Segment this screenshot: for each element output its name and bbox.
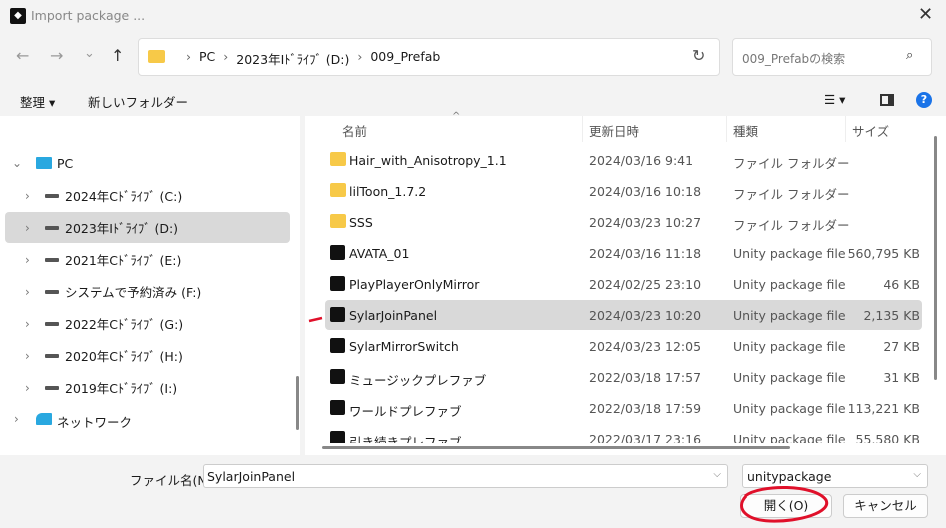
file-type-value: unitypackage (747, 469, 832, 484)
up-button[interactable]: ↑ (111, 46, 124, 65)
file-type: Unity package file (733, 370, 846, 385)
column-divider (726, 116, 727, 142)
file-row[interactable]: AVATA_01 2024/03/16 11:18 Unity package … (325, 238, 922, 268)
view-options-button[interactable]: ☰ ▾ (824, 92, 845, 107)
file-type-select[interactable]: unitypackage ⌵ (742, 464, 928, 488)
file-row[interactable]: SylarJoinPanel 2024/03/23 10:20 Unity pa… (325, 300, 922, 330)
filename-value: SylarJoinPanel (207, 469, 296, 484)
file-size: 46 KB (883, 277, 920, 292)
file-size: 55,580 KB (855, 432, 920, 443)
file-type: Unity package file (733, 277, 846, 292)
file-name: ミュージックプレファブ (349, 373, 487, 388)
file-size: 2,135 KB (863, 308, 920, 323)
organize-button[interactable]: 整理 ▾ (20, 92, 55, 111)
folder-icon (148, 50, 165, 63)
unity-package-icon (330, 338, 345, 353)
file-date: 2024/03/16 9:41 (589, 153, 694, 168)
file-date: 2024/03/23 10:20 (589, 308, 702, 323)
file-row[interactable]: Hair_with_Anisotropy_1.1 2024/03/16 9:41… (325, 145, 922, 175)
refresh-button[interactable]: ↻ (692, 46, 705, 65)
file-row[interactable]: SSS 2024/03/23 10:27 ファイル フォルダー (325, 207, 922, 237)
unity-package-icon (330, 245, 345, 260)
recent-locations-button[interactable]: ⌄ (84, 46, 95, 61)
sort-indicator-icon: ^ (452, 111, 461, 122)
file-size: 31 KB (883, 370, 920, 385)
file-type: Unity package file (733, 339, 846, 354)
column-header-type[interactable]: 種類 (733, 121, 758, 140)
chevron-down-icon[interactable]: ⌵ (713, 469, 721, 480)
window-title: Import package ... (31, 8, 146, 23)
open-button[interactable]: 開く(O) (740, 494, 832, 518)
file-row[interactable]: 引き続きプレファブ 2022/03/17 23:16 Unity package… (325, 424, 922, 443)
column-divider (845, 116, 846, 142)
forward-button[interactable]: → (50, 46, 63, 65)
column-header-date[interactable]: 更新日時 (589, 121, 639, 140)
filename-input[interactable]: SylarJoinPanel ⌵ (203, 464, 728, 488)
crumb-drive[interactable]: 2023年Iﾄﾞﾗｲﾌﾞ (D:) (236, 49, 349, 68)
file-list-vertical-scrollbar[interactable] (934, 136, 937, 380)
column-header-name[interactable]: 名前 (342, 121, 367, 140)
file-row[interactable]: ミュージックプレファブ 2022/03/18 17:57 Unity packa… (325, 362, 922, 392)
folder-icon (330, 152, 346, 166)
file-name: AVATA_01 (349, 246, 410, 261)
column-divider (582, 116, 583, 142)
file-type: Unity package file (733, 432, 846, 443)
file-type: Unity package file (733, 246, 846, 261)
file-date: 2022/03/18 17:57 (589, 370, 702, 385)
file-date: 2024/03/23 12:05 (589, 339, 702, 354)
file-date: 2022/03/18 17:59 (589, 401, 702, 416)
crumb-pc[interactable]: PC (199, 49, 215, 68)
file-size: 560,795 KB (847, 246, 920, 261)
file-name: SSS (349, 215, 373, 230)
breadcrumb: › PC › 2023年Iﾄﾞﾗｲﾌﾞ (D:) › 009_Prefab (186, 49, 441, 68)
file-name: ワールドプレファブ (349, 404, 462, 419)
unity-package-icon (330, 307, 345, 322)
file-type: Unity package file (733, 401, 846, 416)
file-type: Unity package file (733, 308, 846, 323)
unity-package-icon (330, 276, 345, 291)
column-header-size[interactable]: サイズ (852, 121, 889, 140)
preview-pane-icon[interactable] (880, 94, 894, 106)
close-button[interactable]: ✕ (918, 4, 933, 25)
unity-package-icon (330, 431, 345, 443)
file-date: 2024/02/25 23:10 (589, 277, 702, 292)
file-list-horizontal-scrollbar[interactable] (322, 446, 790, 449)
file-size: 27 KB (883, 339, 920, 354)
file-date: 2022/03/17 23:16 (589, 432, 702, 443)
file-row[interactable]: SylarMirrorSwitch 2024/03/23 12:05 Unity… (325, 331, 922, 361)
file-type: ファイル フォルダー (733, 187, 850, 202)
file-name: SylarJoinPanel (349, 308, 438, 323)
chevron-down-icon: ⌵ (913, 469, 921, 480)
file-date: 2024/03/16 10:18 (589, 184, 702, 199)
folder-icon (330, 183, 346, 197)
file-type: ファイル フォルダー (733, 218, 850, 233)
file-name: Hair_with_Anisotropy_1.1 (349, 153, 507, 168)
unity-package-icon (330, 400, 345, 415)
crumb-folder[interactable]: 009_Prefab (370, 49, 440, 68)
file-date: 2024/03/23 10:27 (589, 215, 702, 230)
file-row[interactable]: ワールドプレファブ 2022/03/18 17:59 Unity package… (325, 393, 922, 423)
unity-package-icon (330, 369, 345, 384)
file-name: SylarMirrorSwitch (349, 339, 459, 354)
search-placeholder: 009_Prefabの検索 (742, 52, 846, 66)
file-name: 引き続きプレファブ (349, 435, 462, 443)
file-date: 2024/03/16 11:18 (589, 246, 702, 261)
new-folder-button[interactable]: 新しいフォルダー (88, 92, 188, 111)
file-size: 113,221 KB (847, 401, 920, 416)
unity-icon: ◆ (10, 8, 26, 24)
file-type: ファイル フォルダー (733, 156, 850, 171)
help-button[interactable]: ? (916, 92, 932, 108)
file-row[interactable]: lilToon_1.7.2 2024/03/16 10:18 ファイル フォルダ… (325, 176, 922, 206)
folder-icon (330, 214, 346, 228)
search-icon: ⌕ (906, 48, 914, 63)
file-row[interactable]: PlayPlayerOnlyMirror 2024/02/25 23:10 Un… (325, 269, 922, 299)
cancel-button[interactable]: キャンセル (843, 494, 928, 518)
back-button[interactable]: ← (16, 46, 29, 65)
file-name: lilToon_1.7.2 (349, 184, 427, 199)
file-name: PlayPlayerOnlyMirror (349, 277, 480, 292)
